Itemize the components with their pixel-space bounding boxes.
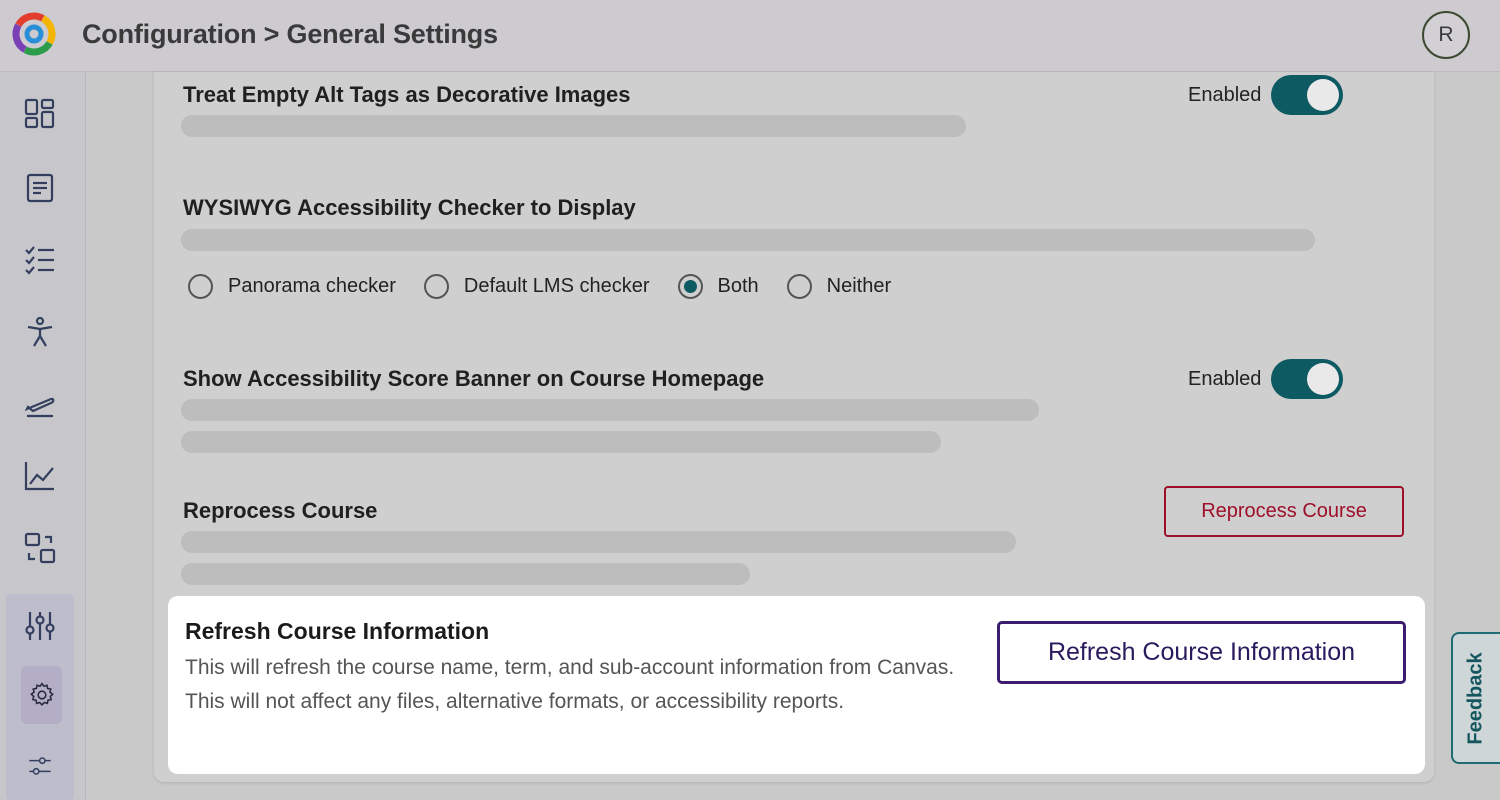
score-banner-status: Enabled bbox=[1188, 368, 1262, 390]
reprocess-course-button[interactable]: Reprocess Course bbox=[1164, 486, 1404, 537]
breadcrumb: Configuration > General Settings bbox=[82, 19, 498, 49]
plane-takeoff-icon bbox=[24, 397, 55, 418]
empty-alt-title: Treat Empty Alt Tags as Decorative Image… bbox=[183, 82, 631, 107]
app-logo-icon[interactable] bbox=[10, 10, 58, 58]
radio-button-selected[interactable] bbox=[677, 273, 703, 299]
score-banner-description-placeholder bbox=[181, 399, 1039, 421]
radio-option-default-lms[interactable]: Default LMS checker bbox=[423, 273, 650, 299]
line-chart-icon bbox=[24, 462, 54, 491]
radio-button[interactable] bbox=[188, 273, 213, 299]
refresh-description: This will refresh the course name, term,… bbox=[185, 656, 955, 713]
sidebar-item-general-settings[interactable] bbox=[21, 666, 62, 724]
radio-label: Default LMS checker bbox=[463, 274, 650, 297]
empty-alt-toggle[interactable] bbox=[1271, 75, 1343, 115]
refresh-title: Refresh Course Information bbox=[185, 618, 490, 644]
radio-label: Neither bbox=[826, 274, 892, 297]
sidebar-item-dashboard[interactable] bbox=[12, 86, 68, 142]
score-banner-description-placeholder bbox=[181, 431, 941, 453]
sidebar-item-reports[interactable] bbox=[12, 448, 68, 504]
sidebar-item-advanced-settings[interactable] bbox=[12, 738, 68, 794]
radio-button[interactable] bbox=[423, 273, 449, 299]
sidebar bbox=[0, 72, 86, 800]
reprocess-title: Reprocess Course bbox=[183, 498, 378, 523]
dashboard-icon bbox=[24, 98, 55, 129]
radio-button[interactable] bbox=[786, 273, 812, 299]
refresh-course-information-button[interactable]: Refresh Course Information bbox=[997, 621, 1406, 684]
radio-option-neither[interactable]: Neither bbox=[786, 273, 892, 299]
sidebar-item-accessibility[interactable] bbox=[12, 304, 68, 360]
toggle-knob bbox=[1307, 363, 1339, 395]
score-banner-title: Show Accessibility Score Banner on Cours… bbox=[183, 366, 765, 391]
reprocess-description-placeholder bbox=[181, 531, 1016, 553]
radio-label: Panorama checker bbox=[228, 274, 396, 297]
sidebar-item-documents[interactable] bbox=[12, 160, 68, 216]
sidebar-item-checklist[interactable] bbox=[12, 232, 68, 288]
wysiwyg-description-placeholder bbox=[181, 229, 1315, 251]
radio-option-panorama[interactable]: Panorama checker bbox=[188, 273, 396, 299]
sidebar-item-conversion[interactable] bbox=[12, 520, 68, 576]
wysiwyg-title: WYSIWYG Accessibility Checker to Display bbox=[183, 195, 636, 220]
gear-icon bbox=[29, 682, 54, 707]
document-icon bbox=[26, 173, 54, 203]
radio-label: Both bbox=[717, 274, 759, 297]
reprocess-description-placeholder bbox=[181, 563, 750, 585]
sidebar-item-takeoff[interactable] bbox=[12, 376, 68, 432]
feedback-tab[interactable]: Feedback bbox=[1451, 632, 1500, 764]
sidebar-item-configuration[interactable] bbox=[12, 598, 68, 654]
empty-alt-status: Enabled bbox=[1188, 84, 1262, 106]
refresh-course-panel: Refresh Course Information This will ref… bbox=[168, 596, 1425, 774]
checklist-icon bbox=[25, 246, 54, 275]
radio-option-both[interactable]: Both bbox=[677, 273, 759, 299]
settings-adjust-icon bbox=[29, 757, 51, 775]
feedback-label: Feedback bbox=[1465, 651, 1488, 745]
top-header: Configuration > General Settings R bbox=[0, 0, 1500, 72]
file-convert-icon bbox=[24, 532, 56, 564]
toggle-knob bbox=[1307, 79, 1339, 111]
empty-alt-description-placeholder bbox=[181, 115, 966, 137]
accessibility-icon bbox=[27, 316, 53, 347]
sliders-icon bbox=[25, 612, 55, 640]
wysiwyg-radio-group: Panorama checker Default LMS checker Bot… bbox=[188, 272, 919, 300]
avatar[interactable]: R bbox=[1422, 11, 1470, 59]
score-banner-toggle[interactable] bbox=[1271, 359, 1343, 399]
